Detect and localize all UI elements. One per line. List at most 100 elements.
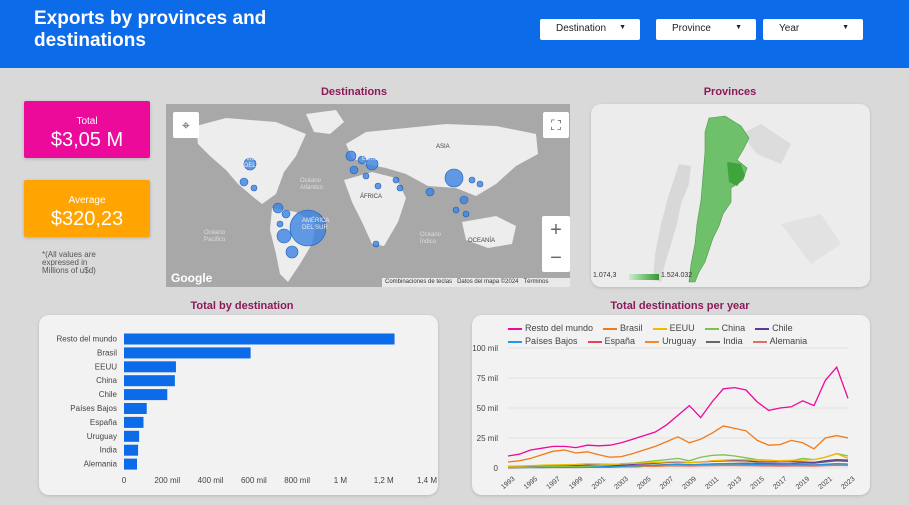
keyboard-shortcuts-link[interactable]: Combinaciones de teclas — [385, 279, 452, 285]
average-kpi-value: $320,23 — [50, 208, 124, 230]
x-tick-label: 1,4 M — [417, 476, 437, 485]
bar[interactable] — [124, 375, 175, 387]
y-tick-label: 75 mil — [477, 374, 499, 383]
neighbor-shape — [781, 214, 841, 264]
legend-swatch — [645, 340, 660, 343]
series-line[interactable] — [507, 365, 849, 457]
x-tick-label: 2021 — [817, 476, 834, 491]
total-kpi-card: Total $3,05 M — [24, 101, 150, 158]
province-filter-label: Province — [672, 23, 711, 34]
scale-min-label: 1.074,3 — [593, 272, 617, 279]
map-label-south-america: AMÉRICA DEL SUR — [302, 218, 330, 231]
bar[interactable] — [124, 389, 168, 401]
map-label-north-america: AMÉRICA DEL NORTE — [244, 156, 279, 169]
x-tick-label: 200 mil — [154, 476, 180, 485]
x-tick-label: 400 mil — [198, 476, 224, 485]
bar[interactable] — [124, 416, 144, 428]
x-tick-label: 2001 — [591, 476, 608, 491]
legend-swatch — [706, 340, 721, 343]
legend-item[interactable]: Chile — [755, 322, 793, 334]
x-tick-label: 2015 — [749, 476, 766, 491]
neighbor-shape — [741, 124, 791, 164]
scale-max-label: 1.524.032 — [661, 272, 693, 279]
map-attribution: Combinaciones de teclas Datos del mapa ©… — [382, 278, 570, 287]
average-kpi-card: Average $320,23 — [24, 180, 150, 237]
x-tick-label: 2017 — [772, 476, 789, 491]
chile-shape — [653, 164, 691, 282]
legend-swatch — [652, 327, 667, 330]
legend-item[interactable]: Resto del mundo — [508, 322, 593, 334]
legend-item[interactable]: China — [704, 322, 745, 334]
x-tick-label: 2023 — [840, 476, 857, 491]
legend-label: EEUU — [669, 323, 695, 333]
fullscreen-icon[interactable]: ⛶ — [543, 112, 569, 138]
provinces-map[interactable]: 1.074,3 1.524.032 — [591, 104, 870, 287]
legend-label: Alemania — [769, 336, 808, 346]
legend-swatch — [755, 327, 770, 330]
destination-filter[interactable]: Destination ▼ — [540, 19, 640, 40]
bar[interactable] — [124, 361, 176, 373]
destinations-map[interactable]: AMÉRICA DEL NORTE Océano Atlántico EUROP… — [166, 104, 570, 287]
dropdown-caret-icon: ▼ — [735, 24, 742, 31]
destination-filter-label: Destination — [556, 23, 607, 34]
x-tick-label: 800 mil — [284, 476, 310, 485]
bar[interactable] — [124, 347, 251, 359]
year-filter-label: Year — [779, 23, 800, 34]
x-tick-label: 2013 — [727, 476, 744, 491]
bar[interactable] — [124, 403, 147, 414]
map-data-text: Datos del mapa ©2024 — [457, 279, 519, 285]
x-tick-label: 2019 — [795, 476, 812, 491]
bar[interactable] — [124, 444, 139, 456]
zoom-controls: + − — [542, 216, 570, 272]
legend-item[interactable]: Países Bajos — [508, 335, 578, 347]
legend-item[interactable]: Uruguay — [645, 335, 696, 347]
legend-label: Países Bajos — [525, 336, 578, 346]
bar[interactable] — [124, 458, 137, 470]
x-tick-label: 1997 — [545, 476, 562, 491]
legend-item[interactable]: EEUU — [652, 322, 695, 334]
legend-item[interactable]: Alemania — [752, 335, 808, 347]
zoom-out-button[interactable]: − — [542, 244, 570, 272]
x-tick-label: 2009 — [681, 476, 698, 491]
x-tick-label: 2011 — [704, 476, 720, 491]
legend-label: Chile — [772, 323, 793, 333]
bar-chart-card: 0 200 mil 400 mil 600 mil 800 mil 1 M 1,2 M 1,4… — [39, 315, 438, 495]
terms-link[interactable]: Términos — [523, 279, 548, 285]
map-label-pacific: Océano Pacífico — [204, 230, 226, 243]
legend-label: España — [604, 336, 636, 346]
line-chart-card: Resto del mundo Brasil EEUU China Chile Paíse… — [472, 315, 870, 495]
category-label: Chile — [99, 390, 118, 399]
map-label-asia: ASIA — [436, 144, 450, 150]
province-filter[interactable]: Province ▼ — [656, 19, 756, 40]
legend-item[interactable]: Brasil — [603, 322, 643, 334]
google-logo: Google — [171, 271, 213, 285]
x-tick-label: 1993 — [500, 476, 517, 491]
dropdown-caret-icon: ▼ — [619, 24, 626, 31]
legend-swatch — [752, 340, 767, 343]
location-pin-icon[interactable]: ⌖ — [173, 112, 199, 138]
bar-chart-title: Total by destination — [190, 300, 294, 312]
bar[interactable] — [124, 430, 140, 442]
line-chart-title: Total destinations per year — [610, 300, 750, 312]
zoom-in-button[interactable]: + — [542, 216, 570, 244]
y-tick-label: 100 mil — [472, 344, 498, 353]
x-tick-label: 1999 — [568, 476, 585, 491]
y-tick-label: 0 — [494, 464, 499, 473]
legend-swatch — [704, 327, 719, 330]
legend-item[interactable]: España — [587, 335, 636, 347]
legend-swatch — [508, 327, 522, 330]
category-label: India — [100, 446, 118, 455]
series-line[interactable] — [507, 425, 849, 463]
year-filter[interactable]: Year ▼ — [763, 19, 863, 40]
x-tick-label: 1,2 M — [374, 476, 394, 485]
y-tick-label: 25 mil — [477, 434, 499, 443]
legend-item[interactable]: India — [706, 335, 743, 347]
legend-label: Brasil — [620, 323, 643, 333]
map-label-indian: Océano Índico — [420, 232, 442, 245]
x-tick-label: 600 mil — [241, 476, 267, 485]
color-scale-bar — [629, 274, 659, 280]
total-kpi-label: Total — [76, 116, 98, 127]
category-label: España — [90, 418, 118, 427]
bar[interactable] — [124, 333, 395, 345]
legend-swatch — [508, 340, 522, 343]
